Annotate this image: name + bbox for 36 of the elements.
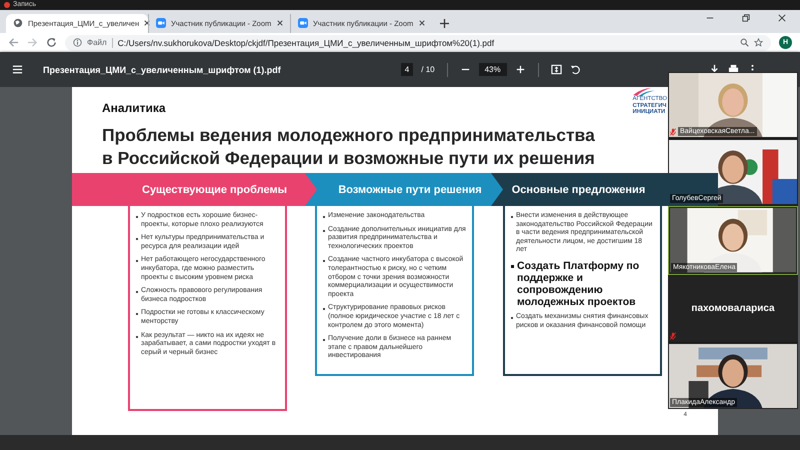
page-number-field[interactable]: 4	[400, 63, 414, 76]
record-icon	[4, 2, 10, 8]
video-camera-icon	[156, 18, 166, 28]
participant-name: пахомоваларисa	[691, 303, 775, 314]
globe-icon	[13, 18, 23, 28]
file-name: Презентация_ЦМИ_с_увеличенным_шрифтом (1).pdf	[43, 64, 281, 75]
fit-page-icon[interactable]	[550, 64, 562, 76]
section-label: Аналитика	[102, 101, 167, 115]
scheme-label: Файл	[87, 38, 107, 47]
close-icon[interactable]	[778, 14, 786, 22]
back-icon[interactable]	[8, 37, 19, 48]
address-field[interactable]: Файл C:/Users/nv.sukhorukova/Desktop/ckjdf/Презентация_ЦМИ_с_увеличенным_шрифтом%20(1).pdf	[65, 34, 771, 50]
page-total: / 10	[421, 65, 435, 74]
video-tile[interactable]: пахомоваларисa	[668, 276, 798, 342]
column-header: Существующие проблемы	[72, 173, 317, 206]
bullet-text: Создать Платформу по поддержке и сопровождению молодежных проектов	[517, 260, 640, 308]
rotate-icon[interactable]	[570, 64, 581, 76]
slide-title: Проблемы ведения молодежного предпринимательства	[102, 124, 595, 147]
url-text: C:/Users/nv.sukhorukova/Desktop/ckjdf/Презентация_ЦМИ_с_увеличенным_шрифтом%20(1).pdf	[118, 38, 494, 48]
zoom-in-icon[interactable]	[514, 64, 526, 76]
close-icon[interactable]	[419, 20, 425, 26]
column-header: Возможные пути решения	[305, 173, 503, 206]
star-icon[interactable]	[754, 38, 763, 47]
restore-icon[interactable]	[742, 14, 750, 22]
reload-icon[interactable]	[46, 37, 57, 48]
zoom-field[interactable]: 43%	[478, 63, 507, 76]
bullet-icon	[511, 264, 514, 268]
close-icon[interactable]	[277, 20, 283, 26]
logo-swoosh-icon	[632, 87, 655, 96]
video-camera-icon	[298, 18, 308, 28]
zoom-magnifier-icon[interactable]	[740, 38, 749, 47]
menu-icon[interactable]	[12, 64, 23, 76]
slide-title: в Российской Федерации и возможные пути их решения	[102, 147, 595, 170]
info-icon	[73, 38, 82, 47]
close-icon[interactable]	[144, 20, 150, 26]
new-tab-icon[interactable]	[440, 18, 449, 28]
